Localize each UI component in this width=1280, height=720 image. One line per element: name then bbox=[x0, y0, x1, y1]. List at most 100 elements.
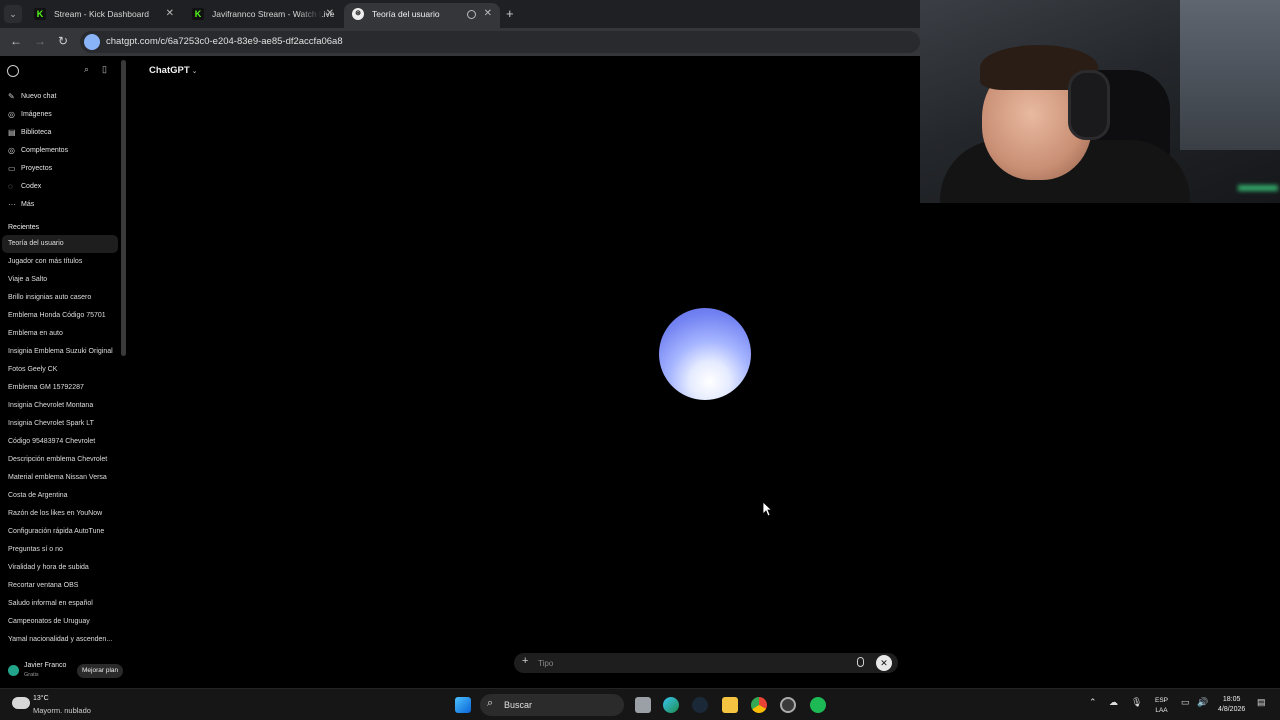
recent-chat-item[interactable]: Emblema Honda Código 75701 bbox=[2, 307, 118, 325]
composer: + ✕ bbox=[514, 653, 898, 673]
cloud-icon[interactable] bbox=[12, 697, 30, 709]
message-input[interactable] bbox=[538, 656, 838, 670]
chevron-up-icon[interactable]: ⌃ bbox=[1089, 697, 1097, 708]
sidebar-item-more[interactable]: ··· Más bbox=[0, 196, 120, 214]
network-icon[interactable]: ▭ bbox=[1181, 697, 1190, 708]
sidebar-item-plugins[interactable]: ◎ Complementos bbox=[0, 142, 120, 160]
site-info-icon[interactable] bbox=[84, 34, 100, 50]
sidebar-toggle-icon[interactable]: ▯ bbox=[102, 64, 107, 75]
recent-heading: Recientes bbox=[8, 224, 40, 231]
model-selector[interactable]: ChatGPT ⌄ bbox=[149, 65, 198, 76]
reload-icon[interactable]: ↻ bbox=[58, 34, 68, 48]
screen: ⌄ K Stream - Kick Dashboard ✕ K Javifran… bbox=[0, 0, 1280, 720]
recent-chat-item[interactable]: Insignia Chevrolet Montana bbox=[2, 397, 118, 415]
clock-time: 18:05 bbox=[1222, 696, 1241, 703]
headset bbox=[1068, 70, 1110, 140]
taskbar-search[interactable]: ⌕ Buscar bbox=[480, 694, 624, 716]
start-icon[interactable] bbox=[455, 697, 471, 713]
tab-kick-stream[interactable]: K Javifrannco Stream - Watch Live ✕ bbox=[184, 3, 342, 28]
recent-chats-list: Teoría del usuario Jugador con más título… bbox=[2, 235, 118, 649]
upgrade-plan-button[interactable]: Mejorar plan bbox=[77, 664, 124, 678]
codex-icon: ◌ bbox=[8, 182, 13, 191]
obs-icon[interactable] bbox=[780, 697, 796, 713]
back-icon[interactable]: ← bbox=[10, 34, 22, 48]
spotify-icon[interactable] bbox=[810, 697, 826, 713]
windows-taskbar: 13°C Mayorm. nublado ⌕ Buscar ⌃ ☁ 🎙 ESP … bbox=[0, 688, 1280, 720]
user-name: Javier Franco bbox=[24, 662, 67, 669]
kick-icon: K bbox=[192, 8, 204, 20]
recent-chat-item[interactable]: Yamal nacionalidad y ascenden... bbox=[2, 631, 118, 649]
sidebar-item-codex[interactable]: ◌ Codex bbox=[0, 178, 120, 196]
webcam-overlay bbox=[920, 0, 1280, 203]
tab-search-button[interactable]: ⌄ bbox=[4, 5, 22, 23]
recent-chat-item[interactable]: Configuración rápida AutoTune bbox=[2, 523, 118, 541]
recent-chat-item[interactable]: Emblema GM 15792287 bbox=[2, 379, 118, 397]
close-tab-icon[interactable]: ✕ bbox=[326, 3, 334, 25]
recent-chat-item[interactable]: Brillo insignias auto casero bbox=[2, 289, 118, 307]
recent-chat-item[interactable]: Viaje a Salto bbox=[2, 271, 118, 289]
recent-chat-item[interactable]: Recortar ventana OBS bbox=[2, 577, 118, 595]
task-view-icon[interactable] bbox=[635, 697, 651, 713]
chatgpt-icon: ⊛ bbox=[352, 8, 364, 20]
recent-chat-item[interactable]: Teoría del usuario bbox=[2, 235, 118, 253]
recent-chat-item[interactable]: Saludo informal en español bbox=[2, 595, 118, 613]
file-explorer-icon[interactable] bbox=[722, 697, 738, 713]
end-voice-button[interactable]: ✕ bbox=[876, 655, 892, 671]
url-text[interactable]: chatgpt.com/c/6a7253c0-e204-83e9-ae85-df… bbox=[106, 31, 343, 53]
recent-chat-item[interactable]: Material emblema Nissan Versa bbox=[2, 469, 118, 487]
recent-chat-item[interactable]: Insignia Emblema Suzuki Original bbox=[2, 343, 118, 361]
tab-kick-dashboard[interactable]: K Stream - Kick Dashboard ✕ bbox=[26, 3, 182, 28]
weather-description[interactable]: Mayorm. nublado bbox=[33, 706, 91, 715]
close-tab-icon[interactable]: ✕ bbox=[166, 3, 174, 25]
microphone-tray-icon[interactable]: 🎙 bbox=[1131, 697, 1142, 708]
omnibox[interactable]: chatgpt.com/c/6a7253c0-e204-83e9-ae85-df… bbox=[80, 31, 920, 53]
recent-chat-item[interactable]: Emblema en auto bbox=[2, 325, 118, 343]
language-indicator[interactable]: ESP LAA bbox=[1155, 696, 1168, 716]
edge-icon[interactable] bbox=[663, 697, 679, 713]
folder-icon: ▭ bbox=[8, 164, 16, 173]
steam-icon[interactable] bbox=[692, 697, 708, 713]
close-tab-icon[interactable]: ✕ bbox=[484, 3, 492, 25]
tab-title: Stream - Kick Dashboard bbox=[54, 9, 149, 19]
chrome-icon[interactable] bbox=[751, 697, 767, 713]
sidebar-item-new-chat[interactable]: ✎ Nuevo chat bbox=[0, 88, 120, 106]
kick-icon: K bbox=[34, 8, 46, 20]
recent-chat-item[interactable]: Preguntas sí o no bbox=[2, 541, 118, 559]
openai-logo-icon[interactable] bbox=[7, 65, 19, 77]
sidebar-item-projects[interactable]: ▭ Proyectos bbox=[0, 160, 120, 178]
user-plan: Gratis bbox=[24, 672, 39, 678]
microphone-icon[interactable] bbox=[857, 657, 864, 667]
chevron-down-icon: ⌄ bbox=[191, 68, 198, 75]
sidebar-scrollbar[interactable] bbox=[121, 60, 126, 356]
tab-chatgpt[interactable]: ⊛ Teoría del usuario ✕ bbox=[344, 3, 500, 28]
new-tab-button[interactable]: + bbox=[506, 6, 514, 21]
sidebar-item-library[interactable]: ▤ Biblioteca bbox=[0, 124, 120, 142]
recent-chat-item[interactable]: Descripción emblema Chevrolet bbox=[2, 451, 118, 469]
recent-chat-item[interactable]: Insignia Chevrolet Spark LT bbox=[2, 415, 118, 433]
weather-temperature[interactable]: 13°C bbox=[33, 695, 49, 702]
search-icon: ⌕ bbox=[487, 697, 494, 709]
recent-chat-item[interactable]: Fotos Geely CK bbox=[2, 361, 118, 379]
onedrive-icon[interactable]: ☁ bbox=[1109, 697, 1118, 708]
chat-sidebar: ⌕ ▯ ✎ Nuevo chat ◎ Imágenes ▤ Biblioteca ◎ C… bbox=[0, 58, 128, 688]
recent-chat-item[interactable]: Código 95483974 Chevrolet bbox=[2, 433, 118, 451]
more-icon: ··· bbox=[8, 200, 16, 209]
forward-icon[interactable]: → bbox=[34, 34, 46, 48]
recent-chat-item[interactable]: Costa de Argentina bbox=[2, 487, 118, 505]
image-icon: ◎ bbox=[8, 110, 15, 119]
user-profile[interactable]: Javier Franco Gratis Mejorar plan bbox=[0, 658, 128, 684]
avatar[interactable] bbox=[8, 665, 19, 676]
add-attachment-icon[interactable]: + bbox=[522, 655, 528, 667]
recent-chat-item[interactable]: Jugador con más títulos bbox=[2, 253, 118, 271]
mouse-cursor-icon bbox=[762, 501, 772, 517]
recent-chat-item[interactable]: Campeonatos de Uruguay bbox=[2, 613, 118, 631]
volume-icon[interactable]: 🔊 bbox=[1197, 697, 1208, 708]
recent-chat-item[interactable]: Razón de los likes en YouNow bbox=[2, 505, 118, 523]
search-chats-icon[interactable]: ⌕ bbox=[84, 64, 89, 75]
library-icon: ▤ bbox=[8, 128, 16, 137]
sidebar-item-images[interactable]: ◎ Imágenes bbox=[0, 106, 120, 124]
notification-icon[interactable]: ▤ bbox=[1257, 697, 1266, 708]
taskbar-clock[interactable]: 18:05 4/8/2026 bbox=[1218, 695, 1245, 715]
recent-chat-item[interactable]: Viralidad y hora de subida bbox=[2, 559, 118, 577]
search-label: Buscar bbox=[504, 700, 533, 710]
